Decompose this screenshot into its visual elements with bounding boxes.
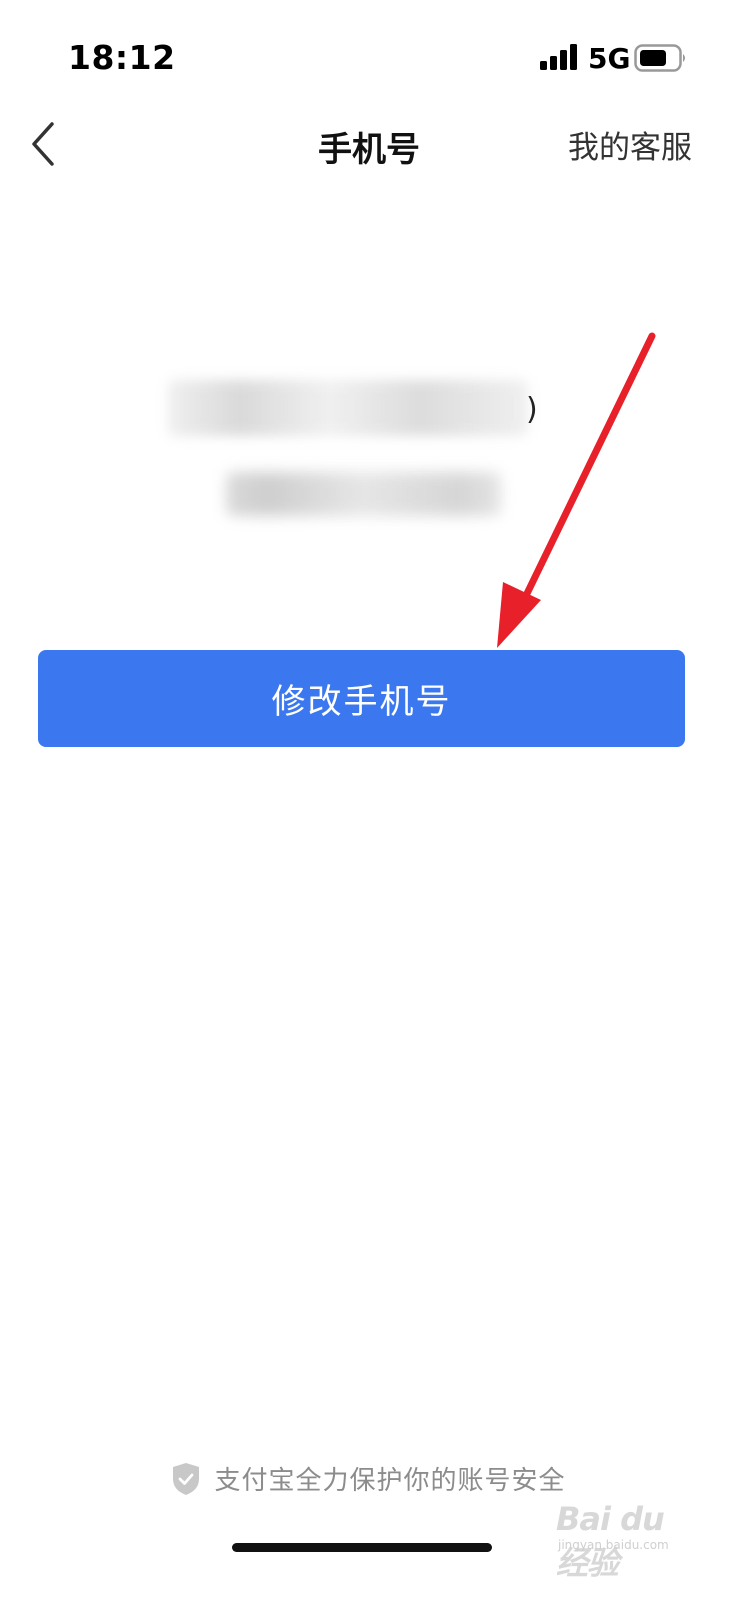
status-bar: 18:12 5G [0, 0, 738, 110]
masked-account-info [226, 472, 501, 516]
customer-service-link[interactable]: 我的客服 [568, 122, 692, 167]
masked-phone-number [168, 380, 528, 436]
network-label: 5G [588, 42, 631, 75]
shield-check-icon [173, 1462, 200, 1495]
signal-icon [540, 44, 577, 70]
battery-icon [634, 44, 685, 72]
security-text: 支付宝全力保护你的账号安全 [214, 1466, 566, 1496]
home-indicator[interactable] [232, 1543, 492, 1552]
nav-bar: 手机号 我的客服 [0, 110, 738, 180]
security-footer: 支付宝全力保护你的账号安全 [0, 1460, 738, 1497]
baidu-watermark: Bai du经验 jingyan.baidu.com [556, 1500, 686, 1582]
status-time: 18:12 [68, 38, 176, 77]
watermark-url: jingyan.baidu.com [558, 1538, 669, 1552]
change-phone-button[interactable]: 修改手机号 [38, 650, 685, 747]
masked-phone-paren: ) [526, 392, 538, 427]
